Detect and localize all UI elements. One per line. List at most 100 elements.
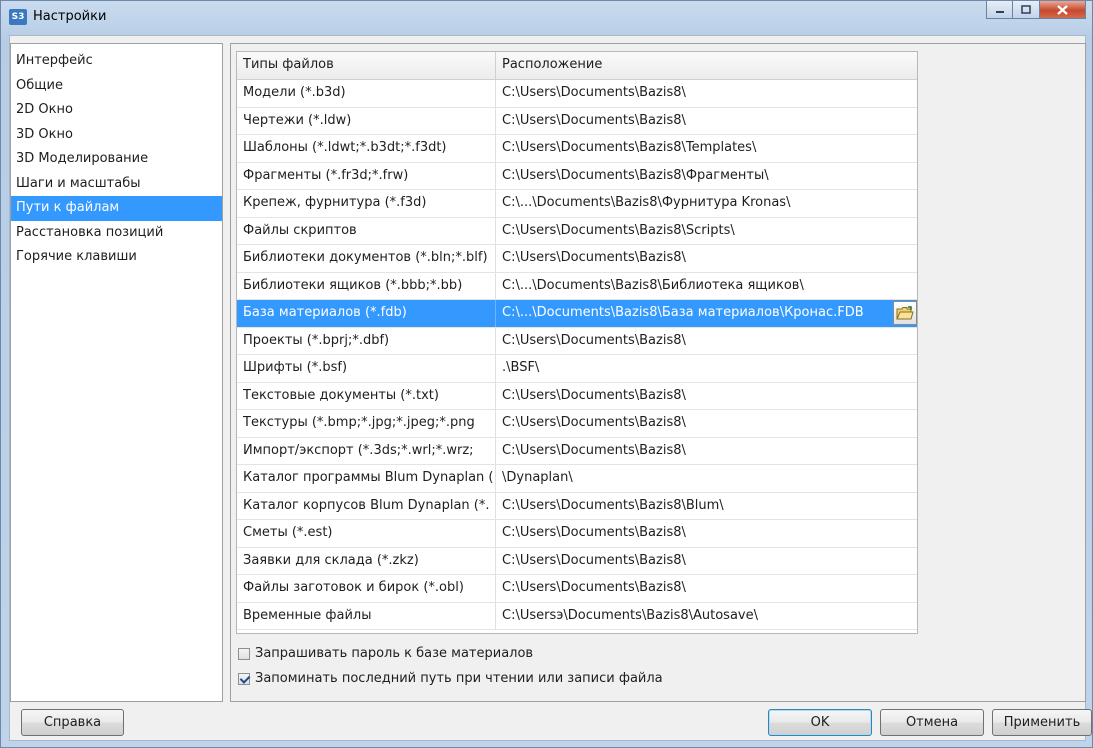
location-text: C:\Usersэ\Documents\Bazis8\Autosave\	[502, 607, 758, 623]
location-text: C:\Users\Documents\Bazis8\Фрагменты\	[502, 167, 769, 183]
location-text: \Dynaplan\	[502, 470, 573, 485]
sidebar-item[interactable]: 3D Моделирование	[11, 147, 222, 172]
remember-path-checkbox[interactable]	[238, 672, 250, 685]
window-controls	[986, 1, 1086, 21]
table-row[interactable]: Модели (*.b3d) C:\Users\Documents\Bazis8\	[237, 80, 917, 108]
table-row[interactable]: Сметы (*.est) C:\Users\Documents\Bazis8\	[237, 520, 917, 548]
title-bar[interactable]: S3 Настройки	[1, 1, 1092, 35]
table-row[interactable]: Каталог программы Blum Dynaplan ( \Dynapl…	[237, 465, 917, 493]
option-ask-password[interactable]: Запрашивать пароль к базе материалов	[238, 641, 663, 666]
file-type-cell[interactable]: База материалов (*.fdb)	[237, 300, 496, 327]
file-type-cell[interactable]: Фрагменты (*.fr3d;*.frw)	[237, 162, 496, 189]
table-row[interactable]: Библиотеки ящиков (*.bbb;*.bb) C:\...\Doc…	[237, 272, 917, 300]
ask-password-checkbox[interactable]	[238, 647, 250, 660]
location-cell[interactable]: C:\Users\Documents\Bazis8\	[496, 328, 917, 355]
file-type-cell[interactable]: Сметы (*.est)	[237, 520, 496, 547]
location-cell[interactable]: C:\Usersэ\Documents\Bazis8\Autosave\	[496, 603, 917, 630]
location-cell[interactable]: .\BSF\	[496, 355, 917, 382]
table-row[interactable]: Крепеж, фурнитура (*.f3d) C:\...\Document…	[237, 190, 917, 218]
location-cell[interactable]: C:\...\Documents\Bazis8\Фурнитура Kronas…	[496, 190, 917, 217]
table-row[interactable]: Файлы скриптов C:\Users\Documents\Bazis8\…	[237, 217, 917, 245]
file-type-cell[interactable]: Крепеж, фурнитура (*.f3d)	[237, 190, 496, 217]
column-header-file-types[interactable]: Типы файлов	[237, 52, 496, 79]
location-text: C:\Users\Documents\Bazis8\Blum\	[502, 497, 724, 513]
sidebar-item[interactable]: Пути к файлам	[11, 196, 222, 221]
window-title: Настройки	[33, 9, 107, 24]
file-type-cell[interactable]: Библиотеки ящиков (*.bbb;*.bb)	[237, 272, 496, 299]
location-cell[interactable]: C:\Users\Documents\Bazis8\Фрагменты\	[496, 163, 917, 190]
table-row[interactable]: Текстуры (*.bmp;*.jpg;*.jpeg;*.png C:\Use…	[237, 410, 917, 438]
option-remember-path[interactable]: Запоминать последний путь при чтении или…	[238, 666, 663, 691]
table-row[interactable]: Фрагменты (*.fr3d;*.frw) C:\Users\Documen…	[237, 162, 917, 190]
apply-button[interactable]: Применить	[992, 709, 1092, 736]
location-cell[interactable]: C:\Users\Documents\Bazis8\Templates\	[496, 135, 917, 162]
file-type-cell[interactable]: Каталог корпусов Blum Dynaplan (*.	[237, 492, 496, 519]
sidebar-item[interactable]: Горячие клавиши	[11, 245, 222, 270]
table-row[interactable]: Чертежи (*.ldw) C:\Users\Documents\Bazis8…	[237, 107, 917, 135]
maximize-button[interactable]	[1013, 1, 1040, 19]
location-cell[interactable]: C:\Users\Documents\Bazis8\	[496, 438, 917, 465]
table-row[interactable]: Временные файлы C:\Usersэ\Documents\Bazis…	[237, 602, 917, 630]
file-paths-panel: Типы файлов Расположение Модели (*.b3d) C…	[230, 43, 1086, 702]
minimize-button[interactable]	[986, 1, 1013, 19]
file-type-cell[interactable]: Проекты (*.bprj;*.dbf)	[237, 327, 496, 354]
file-type-cell[interactable]: Чертежи (*.ldw)	[237, 107, 496, 134]
location-cell[interactable]: C:\Users\Documents\Bazis8\	[496, 548, 917, 575]
file-type-cell[interactable]: Файлы скриптов	[237, 217, 496, 244]
close-icon	[1057, 4, 1068, 15]
table-row[interactable]: Шрифты (*.bsf) .\BSF\	[237, 355, 917, 383]
location-cell[interactable]: \Dynaplan\	[496, 465, 917, 492]
table-row[interactable]: Каталог корпусов Blum Dynaplan (*. C:\Use…	[237, 492, 917, 520]
table-row[interactable]: Шаблоны (*.ldwt;*.b3dt;*.f3dt) C:\Users\D…	[237, 135, 917, 163]
column-header-location[interactable]: Расположение	[496, 52, 917, 79]
sidebar-item[interactable]: 3D Окно	[11, 123, 222, 148]
location-cell[interactable]: C:\Users\Documents\Bazis8\Scripts\	[496, 218, 917, 245]
location-text: C:\...\Documents\Bazis8\Фурнитура Kronas…	[502, 195, 791, 210]
location-cell[interactable]: C:\Users\Documents\Bazis8\	[496, 410, 917, 437]
file-type-cell[interactable]: Модели (*.b3d)	[237, 80, 496, 107]
location-cell[interactable]: C:\Users\Documents\Bazis8\	[496, 108, 917, 135]
sidebar-item[interactable]: Шаги и масштабы	[11, 172, 222, 197]
settings-category-list[interactable]: Интерфейс Общие 2D Окно 3D Окно 3D Моделиров…	[10, 43, 223, 702]
file-type-cell[interactable]: Файлы заготовок и бирок (*.obl)	[237, 575, 496, 602]
minimize-icon	[995, 10, 1004, 13]
location-cell[interactable]: C:\Users\Documents\Bazis8\	[496, 80, 917, 107]
location-text: C:\Users\Documents\Bazis8\	[502, 580, 686, 595]
file-type-cell[interactable]: Шрифты (*.bsf)	[237, 355, 496, 382]
file-type-cell[interactable]: Библиотеки документов (*.bln;*.blf)	[237, 245, 496, 272]
location-cell[interactable]: C:\Users\Documents\Bazis8\Blum\	[496, 493, 917, 520]
options-group: Запрашивать пароль к базе материалов Зап…	[238, 641, 663, 691]
location-cell[interactable]: C:\...\Documents\Bazis8\Библиотека ящико…	[496, 273, 917, 300]
file-type-cell[interactable]: Заявки для склада (*.zkz)	[237, 547, 496, 574]
location-cell[interactable]: C:\Users\Documents\Bazis8\	[496, 520, 917, 547]
cancel-button[interactable]: Отмена	[880, 709, 984, 736]
table-row[interactable]: База материалов (*.fdb) C:\...\Documents\…	[237, 300, 917, 328]
file-paths-table[interactable]: Типы файлов Расположение Модели (*.b3d) C…	[236, 51, 918, 634]
table-row[interactable]: Файлы заготовок и бирок (*.obl) C:\Users\…	[237, 575, 917, 603]
table-row[interactable]: Импорт/экспорт (*.3ds;*.wrl;*.wrz; C:\Use…	[237, 437, 917, 465]
table-row[interactable]: Библиотеки документов (*.bln;*.blf) C:\Us…	[237, 245, 917, 273]
file-type-cell[interactable]: Текстуры (*.bmp;*.jpg;*.jpeg;*.png	[237, 410, 496, 437]
location-cell[interactable]: C:\Users\Documents\Bazis8\	[496, 245, 917, 272]
location-cell[interactable]: C:\Users\Documents\Bazis8\	[496, 383, 917, 410]
dialog-client-area: Интерфейс Общие 2D Окно 3D Окно 3D Моделиров…	[9, 35, 1092, 741]
location-cell[interactable]: C:\Users\Documents\Bazis8\	[496, 575, 917, 602]
ok-button[interactable]: OK	[768, 709, 872, 736]
file-type-cell[interactable]: Каталог программы Blum Dynaplan (	[237, 465, 496, 492]
table-row[interactable]: Текстовые документы (*.txt) C:\Users\Docu…	[237, 382, 917, 410]
table-row[interactable]: Заявки для склада (*.zkz) C:\Users\Docume…	[237, 547, 917, 575]
file-type-cell[interactable]: Текстовые документы (*.txt)	[237, 382, 496, 409]
sidebar-item[interactable]: Общие	[11, 74, 222, 99]
close-button[interactable]	[1040, 1, 1086, 19]
table-row[interactable]: Проекты (*.bprj;*.dbf) C:\Users\Documents…	[237, 327, 917, 355]
help-button[interactable]: Справка	[21, 709, 124, 736]
sidebar-item[interactable]: Интерфейс	[11, 49, 222, 74]
sidebar-item[interactable]: Расстановка позиций	[11, 221, 222, 246]
file-type-cell[interactable]: Временные файлы	[237, 602, 496, 629]
ask-password-label: Запрашивать пароль к базе материалов	[255, 646, 534, 661]
sidebar-item[interactable]: 2D Окно	[11, 98, 222, 123]
file-type-cell[interactable]: Импорт/экспорт (*.3ds;*.wrl;*.wrz;	[237, 437, 496, 464]
file-type-cell[interactable]: Шаблоны (*.ldwt;*.b3dt;*.f3dt)	[237, 135, 496, 162]
location-cell[interactable]: C:\...\Documents\Bazis8\База материалов\…	[496, 300, 917, 327]
browse-folder-button[interactable]	[893, 301, 917, 325]
